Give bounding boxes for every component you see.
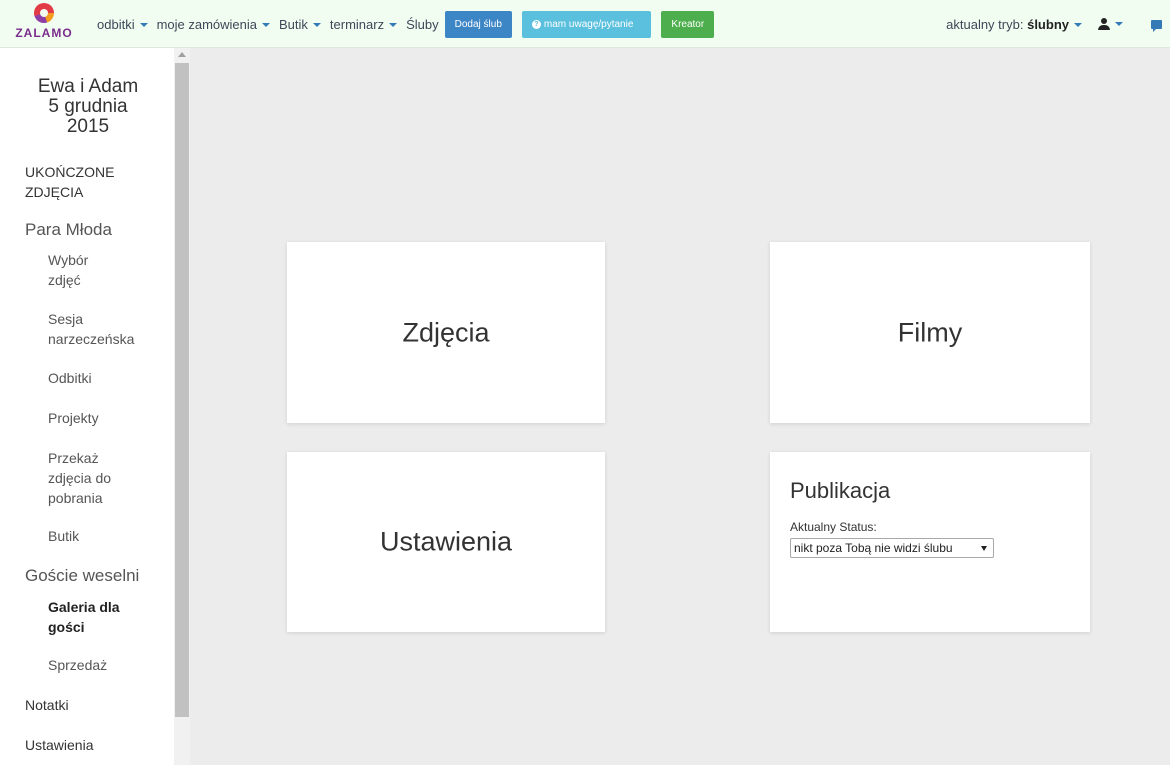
add-wedding-button[interactable]: Dodaj ślub — [444, 10, 512, 38]
chevron-down-icon — [139, 23, 148, 28]
mode-label: aktualny tryb: — [946, 16, 1024, 32]
wedding-title-names: Ewa i Adam — [37, 76, 139, 97]
sidebar-section-guests: Goście weselni — [25, 566, 140, 585]
settings-card-label: Ustawienia — [379, 526, 513, 557]
nav-right: aktualny tryb: ślubny — [946, 0, 1170, 48]
top-navbar: ZALAMO odbitki moje zamówienia Butik ter… — [0, 0, 1170, 48]
wedding-title: Ewa i Adam 5 grudnia 2015 — [8, 77, 168, 137]
user-menu[interactable] — [1082, 15, 1123, 33]
sidebar: Ewa i Adam 5 grudnia 2015 UKOŃCZONE ZDJĘ… — [0, 48, 190, 765]
sidebar-item-label: Sesja — [48, 311, 84, 327]
sidebar-item-share-download[interactable]: Przekaż zdjęcia do pobrania — [48, 448, 111, 508]
sidebar-item-prints[interactable]: Odbitki — [48, 368, 92, 388]
photos-card[interactable]: Zdjęcia — [287, 242, 605, 423]
sidebar-item-notes[interactable]: Notatki — [25, 695, 69, 715]
mode-switch[interactable]: aktualny tryb: ślubny — [946, 17, 1082, 32]
question-button-label: mam uwagę/pytanie — [543, 18, 634, 30]
chevron-down-icon — [312, 23, 321, 28]
scrollbar-thumb[interactable] — [175, 63, 189, 717]
creator-button[interactable]: Kreator — [661, 10, 715, 38]
sidebar-scrollbar[interactable] — [174, 48, 190, 765]
user-icon — [1098, 17, 1110, 30]
logo-mark-icon — [34, 3, 54, 23]
chevron-down-icon — [1115, 21, 1123, 26]
sidebar-item-label: Galeria dla — [48, 599, 120, 615]
nav-terminarz[interactable]: terminarz — [329, 16, 398, 32]
sidebar-item-label: UKOŃCZONE — [25, 164, 115, 180]
publication-status-value: nikt poza Tobą nie widzi ślubu — [794, 541, 953, 555]
sidebar-item-label: zdjęcia do — [48, 470, 112, 486]
sidebar-item-projects[interactable]: Projekty — [48, 408, 99, 428]
photos-card-label: Zdjęcia — [402, 317, 490, 347]
brand-name: ZALAMO — [15, 26, 73, 40]
chat-icon[interactable] — [1151, 19, 1162, 32]
sidebar-item-label: zdjęć — [48, 272, 81, 288]
wedding-title-year: 2015 — [66, 116, 110, 137]
sidebar-item-label: pobrania — [48, 490, 103, 506]
question-button[interactable]: ? mam uwagę/pytanie — [521, 10, 652, 38]
chevron-down-icon — [389, 23, 398, 28]
sidebar-item-photo-selection[interactable]: Wybór zdjęć — [48, 250, 88, 290]
sidebar-item-label: gości — [48, 619, 85, 635]
sidebar-item-guest-gallery[interactable]: Galeria dla gości — [48, 597, 120, 637]
sidebar-section-bride-groom: Para Młoda — [25, 220, 112, 239]
sidebar-item-boutique[interactable]: Butik — [48, 526, 79, 546]
nav-butik-label: Butik — [279, 16, 308, 32]
nav-sluby[interactable]: Śluby — [406, 17, 439, 32]
sidebar-item-label: Przekaż — [48, 450, 99, 466]
scroll-up-arrow-icon[interactable] — [178, 52, 186, 57]
settings-card[interactable]: Ustawienia — [287, 452, 605, 632]
dropdown-arrow-icon — [981, 546, 987, 551]
publication-status-select[interactable]: nikt poza Tobą nie widzi ślubu — [790, 538, 994, 558]
wedding-title-date: 5 grudnia — [48, 96, 128, 117]
publication-status-label: Aktualny Status: — [790, 520, 877, 534]
nav-menu: odbitki moje zamówienia Butik terminarz … — [97, 0, 722, 48]
sidebar-item-label: ZDJĘCIA — [25, 184, 84, 200]
mode-value: ślubny — [1027, 16, 1069, 32]
nav-terminarz-label: terminarz — [329, 16, 385, 32]
sidebar-item-settings[interactable]: Ustawienia — [25, 735, 93, 755]
films-card-label: Filmy — [897, 317, 963, 347]
nav-odbitki-label: odbitki — [97, 16, 135, 32]
publication-card: Publikacja Aktualny Status: nikt poza To… — [770, 452, 1090, 632]
question-icon: ? — [531, 19, 541, 29]
sidebar-item-engagement-session[interactable]: Sesja narzeczeńska — [48, 309, 134, 349]
sidebar-item-sales[interactable]: Sprzedaż — [48, 655, 107, 675]
nav-butik[interactable]: Butik — [279, 17, 321, 32]
chevron-down-icon — [1074, 23, 1082, 28]
sidebar-item-label: Wybór — [48, 252, 89, 268]
publication-title: Publikacja — [790, 478, 891, 503]
nav-moje-zamowienia-label: moje zamówienia — [156, 16, 258, 32]
nav-odbitki[interactable]: odbitki — [97, 17, 148, 32]
sidebar-item-completed-photos[interactable]: UKOŃCZONE ZDJĘCIA — [25, 162, 114, 202]
chevron-down-icon — [262, 23, 271, 28]
films-card[interactable]: Filmy — [770, 242, 1090, 423]
brand-logo[interactable]: ZALAMO — [6, 3, 82, 45]
sidebar-item-label: narzeczeńska — [48, 331, 135, 347]
nav-moje-zamowienia[interactable]: moje zamówienia — [156, 16, 271, 32]
